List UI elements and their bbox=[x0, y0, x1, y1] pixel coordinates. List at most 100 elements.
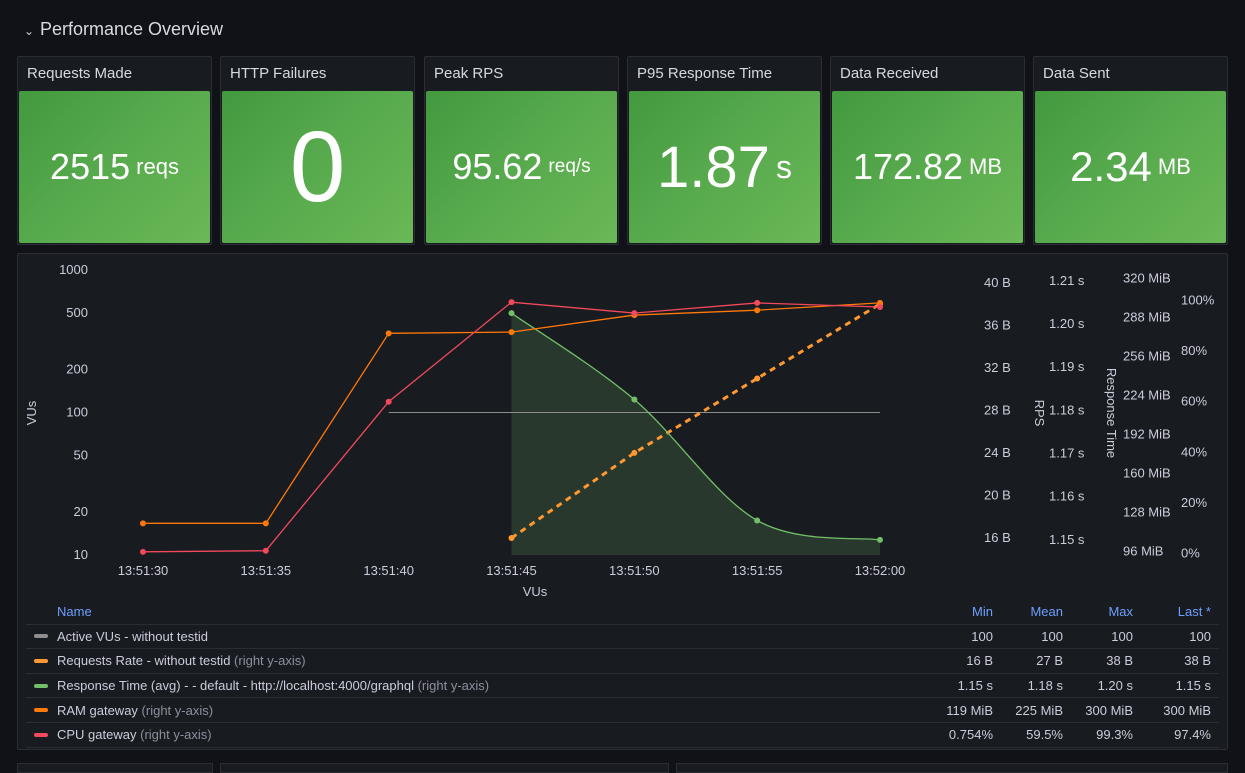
legend-mean: 1.18 s bbox=[1027, 678, 1063, 694]
data-point bbox=[140, 548, 146, 555]
series-color-swatch[interactable] bbox=[34, 732, 48, 737]
axis-note: (right y-axis) bbox=[417, 678, 490, 694]
legend-min: 119 MiB bbox=[946, 702, 993, 718]
legend-series-name[interactable]: Requests Rate - without testid (right y-… bbox=[26, 653, 923, 668]
y-right-tick-label: 1.18 s bbox=[1049, 402, 1085, 417]
y-right-tick-label: 20% bbox=[1181, 495, 1207, 510]
data-point bbox=[877, 303, 883, 310]
y-left-axis-label: VUs bbox=[24, 400, 39, 425]
data-point bbox=[631, 396, 638, 403]
data-point bbox=[385, 398, 392, 405]
data-point bbox=[631, 449, 638, 456]
data-point bbox=[754, 517, 761, 524]
x-tick-label: 13:51:40 bbox=[363, 563, 414, 578]
y-right-tick-label: 256 MiB bbox=[1123, 348, 1171, 363]
series-label: Response Time (avg) - - default - http:/… bbox=[57, 678, 414, 694]
series-label: Active VUs - without testid bbox=[57, 628, 208, 644]
legend-last: 38 B bbox=[1184, 653, 1211, 669]
series-color-swatch[interactable] bbox=[34, 708, 48, 713]
legend-header-mean[interactable]: Mean bbox=[993, 604, 1063, 619]
legend-row[interactable]: Requests Rate - without testid (right y-… bbox=[26, 649, 1219, 674]
series-color-swatch[interactable] bbox=[34, 683, 48, 688]
y-right-tick-label: 224 MiB bbox=[1123, 387, 1171, 402]
legend-series-name[interactable]: RAM gateway (right y-axis) bbox=[26, 703, 923, 718]
y-right-tick-label: 320 MiB bbox=[1123, 271, 1171, 286]
x-tick-label: 13:51:30 bbox=[118, 563, 169, 578]
legend-max: 99.3% bbox=[1096, 727, 1133, 743]
data-point bbox=[631, 310, 638, 317]
legend-max: 1.20 s bbox=[1097, 678, 1133, 694]
x-tick-label: 13:51:45 bbox=[486, 563, 537, 578]
legend-last: 300 MiB bbox=[1163, 702, 1211, 718]
y-right-tick-label: 1.21 s bbox=[1049, 273, 1085, 288]
legend-max: 38 B bbox=[1106, 653, 1133, 669]
y-right-tick-label: 40 B bbox=[984, 275, 1011, 290]
legend-row[interactable]: RAM gateway (right y-axis) 119 MiB 225 MiB… bbox=[26, 698, 1219, 723]
y-left-tick-label: 500 bbox=[66, 305, 88, 320]
y-right-tick-label: 16 B bbox=[984, 530, 1011, 545]
legend-min: 16 B bbox=[966, 653, 993, 669]
legend-header-max[interactable]: Max bbox=[1063, 604, 1133, 619]
y-right-tick-label: 28 B bbox=[984, 402, 1011, 417]
data-point bbox=[754, 299, 761, 306]
data-point bbox=[508, 310, 515, 317]
legend-max: 300 MiB bbox=[1085, 702, 1133, 718]
y-right-tick-label: 36 B bbox=[984, 317, 1011, 332]
y-right-tick-label: 40% bbox=[1181, 444, 1207, 459]
legend-header-last[interactable]: Last * bbox=[1133, 604, 1219, 619]
data-point bbox=[754, 375, 761, 382]
legend-mean: 100 bbox=[1041, 628, 1063, 644]
data-point bbox=[508, 534, 515, 541]
legend-series-name[interactable]: Response Time (avg) - - default - http:/… bbox=[26, 678, 923, 693]
axis-note: (right y-axis) bbox=[140, 727, 212, 743]
y-right-tick-label: 1.19 s bbox=[1049, 359, 1085, 374]
data-point bbox=[508, 299, 515, 306]
next-panel-edge bbox=[220, 763, 669, 773]
legend-series-name[interactable]: Active VUs - without testid bbox=[26, 629, 923, 644]
y-left-tick-label: 1000 bbox=[59, 262, 88, 277]
y-left-tick-label: 20 bbox=[74, 504, 88, 519]
x-tick-label: 13:52:00 bbox=[855, 563, 906, 578]
y-right-axis-label-rps: RPS bbox=[1032, 400, 1047, 427]
y-right-tick-label: 20 B bbox=[984, 487, 1011, 502]
data-point bbox=[262, 520, 269, 527]
y-right-tick-label: 288 MiB bbox=[1123, 310, 1171, 325]
timeseries-chart[interactable]: 13:51:30 13:51:35 13:51:40 13:51:45 13:51:50… bbox=[0, 0, 1245, 600]
y-right-tick-label: 100% bbox=[1181, 292, 1215, 307]
y-right-tick-label: 1.16 s bbox=[1049, 489, 1085, 504]
x-tick-label: 13:51:55 bbox=[732, 563, 783, 578]
legend-last: 97.4% bbox=[1174, 727, 1211, 743]
x-axis-label: VUs bbox=[523, 584, 548, 599]
data-point bbox=[262, 547, 269, 554]
legend-row[interactable]: CPU gateway (right y-axis) 0.754% 59.5% 99.… bbox=[26, 723, 1219, 748]
y-left-tick-label: 100 bbox=[66, 405, 88, 420]
y-right-tick-label: 24 B bbox=[984, 445, 1011, 460]
series-label: CPU gateway bbox=[57, 727, 137, 743]
series-color-swatch[interactable] bbox=[34, 634, 48, 639]
y-right-tick-label: 96 MiB bbox=[1123, 543, 1163, 558]
legend-min: 1.15 s bbox=[957, 678, 993, 694]
legend-header-name[interactable]: Name bbox=[26, 604, 923, 619]
y-left-tick-label: 200 bbox=[66, 362, 88, 377]
y-right-axis-label-response-time: Response Time bbox=[1104, 368, 1119, 458]
legend-header: Name Min Mean Max Last * bbox=[26, 600, 1219, 625]
y-right-tick-label: 192 MiB bbox=[1123, 426, 1171, 441]
legend-row[interactable]: Active VUs - without testid 100 100 100 100 bbox=[26, 625, 1219, 650]
legend-row[interactable]: Response Time (avg) - - default - http:/… bbox=[26, 674, 1219, 699]
y-right-tick-label: 0% bbox=[1181, 546, 1200, 561]
legend-mean: 59.5% bbox=[1026, 727, 1063, 743]
y-right-tick-label: 60% bbox=[1181, 394, 1207, 409]
y-right-tick-label: 1.17 s bbox=[1049, 446, 1085, 461]
series-color-swatch[interactable] bbox=[34, 658, 48, 663]
y-right-tick-label: 80% bbox=[1181, 343, 1207, 358]
legend-table: Name Min Mean Max Last * Active VUs - wi… bbox=[26, 600, 1219, 748]
legend-min: 100 bbox=[971, 628, 993, 644]
y-right-tick-label: 1.15 s bbox=[1049, 532, 1085, 547]
axis-note: (right y-axis) bbox=[234, 653, 306, 669]
next-panel-edge bbox=[17, 763, 213, 773]
data-point bbox=[140, 520, 146, 527]
y-right-tick-label: 1.20 s bbox=[1049, 316, 1085, 331]
y-right-tick-label: 32 B bbox=[984, 360, 1011, 375]
legend-header-min[interactable]: Min bbox=[923, 604, 993, 619]
legend-series-name[interactable]: CPU gateway (right y-axis) bbox=[26, 727, 923, 742]
